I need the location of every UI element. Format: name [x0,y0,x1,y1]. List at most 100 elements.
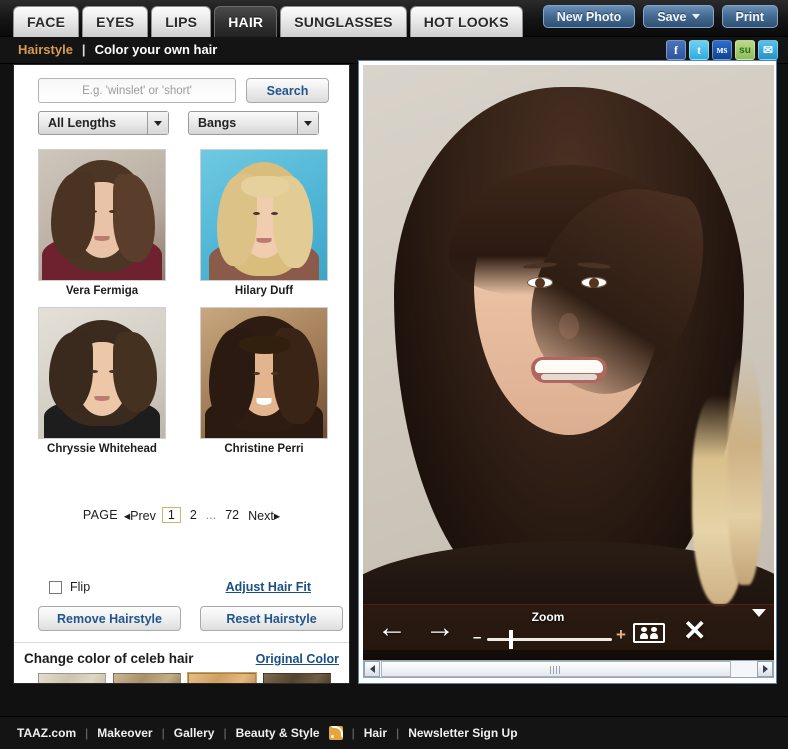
bangs-select[interactable]: Bangs [188,111,319,135]
search-row: Search [38,78,329,103]
hair-color-swatch-3[interactable] [187,672,257,683]
next-colors-arrow-icon[interactable] [333,683,345,684]
tab-lips[interactable]: LIPS [151,6,212,37]
twitter-glyph: t [697,42,701,57]
reset-hairstyle-button[interactable]: Reset Hairstyle [200,606,343,631]
tab-hot-looks[interactable]: HOT LOOKS [409,6,523,37]
pagination-page-1[interactable]: 1 [161,507,181,523]
flip-checkbox[interactable] [49,580,62,594]
hairstyle-browser-panel: Search All Lengths Bangs [13,64,350,684]
close-icon[interactable]: ✕ [683,617,706,645]
footer-link-gallery[interactable]: Gallery [174,726,215,740]
footer-separator: | [161,726,165,740]
taaz-makeover-app: FACE EYES LIPS HAIR SUNGLASSES HOT LOOKS… [0,0,788,749]
save-button[interactable]: Save [643,5,714,28]
breadcrumb-separator: | [81,42,86,57]
pagination-prev[interactable]: ◂Prev [124,508,156,523]
hair-color-swatch-4[interactable] [263,673,331,683]
scroll-left-arrow-icon[interactable] [364,661,380,677]
bangs-select-chevron-down-icon [297,112,318,134]
hair-color-title: Change color of celeb hair [24,651,194,666]
tab-sunglasses[interactable]: SUNGLASSES [280,6,407,37]
pagination-next[interactable]: Next▸ [248,508,280,523]
tab-sunglasses-label: SUNGLASSES [294,14,393,30]
footer-link-newsletter[interactable]: Newsletter Sign Up [408,726,517,740]
breadcrumb-hairstyle[interactable]: Hairstyle [18,42,73,57]
pagination-ellipsis: ... [205,508,217,522]
footer-separator: | [223,726,227,740]
length-select[interactable]: All Lengths [38,111,169,135]
flip-label: Flip [70,580,91,594]
photo-horizontal-scrollbar[interactable] [363,660,774,678]
photo-toolbar: ← → Zoom – + ✕ [363,604,774,650]
hairstyle-thumb-chryssie-whitehead[interactable]: Chryssie Whitehead [38,307,166,455]
person-glyph-right [650,627,658,639]
footer-link-beauty-style[interactable]: Beauty & Style [236,726,320,740]
hair-color-swatch-2[interactable] [113,673,181,683]
myspace-icon[interactable]: ᴍѕ [712,40,732,60]
zoom-out-button[interactable]: – [473,629,481,646]
new-photo-label: New Photo [556,9,622,24]
stumbleupon-icon[interactable]: su [735,40,755,60]
pagination-page-last[interactable]: 72 [222,508,242,522]
person-glyph-left [640,627,648,639]
tab-hair[interactable]: HAIR [214,6,278,37]
hair-color-swatch-1[interactable] [38,673,106,683]
pagination: PAGE ◂Prev 1 2 ... 72 Next▸ [14,507,349,523]
new-photo-button[interactable]: New Photo [542,5,636,28]
scroll-right-arrow-icon[interactable] [757,661,773,677]
rss-feed-icon[interactable] [328,726,343,740]
scrollbar-thumb[interactable] [381,661,731,677]
twitter-icon[interactable]: t [689,40,709,60]
scrollbar-track[interactable] [380,661,757,677]
footer-link-makeover[interactable]: Makeover [97,726,152,740]
print-label: Print [735,9,764,24]
back-arrow-icon[interactable]: ← [377,613,407,643]
search-button[interactable]: Search [246,78,329,103]
hairstyle-thumb-christine-perri[interactable]: Christine Perri [200,307,328,455]
email-icon[interactable]: ✉ [758,40,778,60]
filter-row: All Lengths Bangs [38,111,319,135]
pagination-page-2[interactable]: 2 [187,508,200,522]
facebook-icon[interactable]: f [666,40,686,60]
thumbnail-image [38,149,166,281]
footer-link-hair[interactable]: Hair [364,726,387,740]
tab-hot-looks-label: HOT LOOKS [423,14,509,30]
compare-before-after-icon[interactable] [633,623,665,643]
category-tabs: FACE EYES LIPS HAIR SUNGLASSES HOT LOOKS [13,6,523,37]
thumbnail-caption: Christine Perri [224,443,304,455]
forward-arrow-glyph: → [425,611,455,644]
myspace-glyph: ᴍѕ [716,44,728,56]
footer-link-taaz[interactable]: TAAZ.com [17,726,76,740]
top-action-buttons: New Photo Save Print [542,5,778,28]
zoom-slider[interactable] [487,630,612,649]
thumbnail-caption: Vera Fermiga [65,285,139,297]
hairstyle-thumbnail-grid: Vera Fermiga Hilary Duff Chryssie Whiteh… [38,149,328,455]
collapse-toolbar-chevron-down-icon[interactable] [752,609,766,617]
save-label: Save [657,9,687,24]
thumbnail-caption: Hilary Duff [234,285,294,297]
footer-links: TAAZ.com | Makeover | Gallery | Beauty &… [17,726,518,740]
email-glyph: ✉ [762,42,774,57]
prev-colors-arrow-icon[interactable] [20,683,32,684]
hair-color-swatches [38,672,331,683]
pagination-label: PAGE [82,508,118,522]
print-button[interactable]: Print [721,5,778,28]
footer-separator: | [351,726,355,740]
search-input[interactable] [38,78,236,103]
tab-face[interactable]: FACE [13,6,80,37]
scrollbar-grip-icon [550,666,562,674]
zoom-slider-handle[interactable] [509,630,513,649]
zoom-in-button[interactable]: + [616,625,626,645]
thumbnail-caption: Chryssie Whitehead [47,443,157,455]
original-color-link[interactable]: Original Color [256,652,339,666]
hairstyle-thumb-hilary-duff[interactable]: Hilary Duff [200,149,328,297]
tab-eyes[interactable]: EYES [82,6,149,37]
user-photo-with-hairstyle[interactable] [363,65,774,661]
hairstyle-thumb-vera-fermiga[interactable]: Vera Fermiga [38,149,166,297]
footer-separator: | [396,726,400,740]
forward-arrow-icon[interactable]: → [425,613,455,643]
adjust-hair-fit-link[interactable]: Adjust Hair Fit [226,580,311,594]
remove-hairstyle-button[interactable]: Remove Hairstyle [38,606,181,631]
stumbleupon-glyph: su [739,44,751,56]
